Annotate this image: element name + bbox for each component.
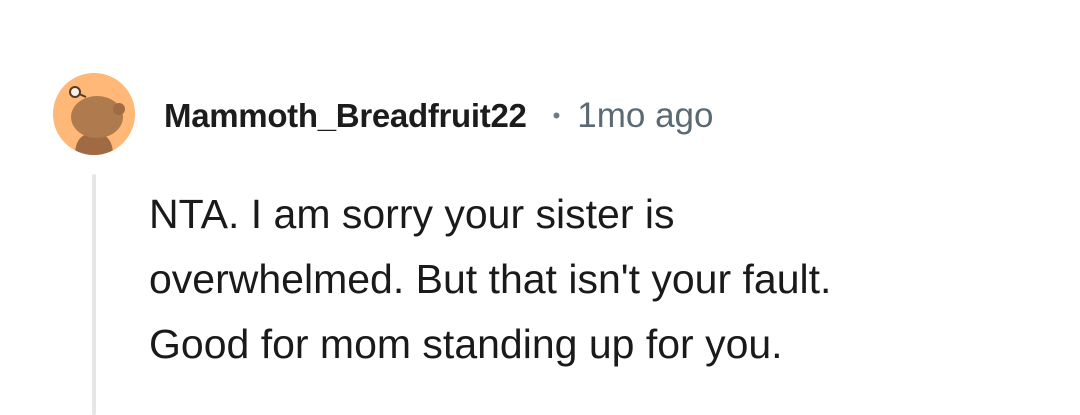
comment-body-line: Good for mom standing up for you. — [149, 321, 783, 367]
comment-timestamp: 1mo ago — [577, 96, 714, 135]
comment-body-line: overwhelmed. But that isn't your fault. — [149, 256, 832, 302]
user-avatar[interactable] — [53, 73, 135, 155]
comment: Mammoth_Breadfruit22 • 1mo ago NTA. I am… — [0, 0, 1080, 415]
meta-separator: • — [552, 103, 561, 128]
username-link[interactable]: Mammoth_Breadfruit22 — [164, 97, 527, 135]
thread-line[interactable] — [92, 174, 96, 415]
reddit-snoo-avatar-icon — [53, 73, 135, 155]
comment-body-line: NTA. I am sorry your sister is — [149, 191, 675, 237]
comment-body: NTA. I am sorry your sister is overwhelm… — [149, 182, 1029, 377]
comment-meta: Mammoth_Breadfruit22 • 1mo ago — [164, 93, 714, 139]
